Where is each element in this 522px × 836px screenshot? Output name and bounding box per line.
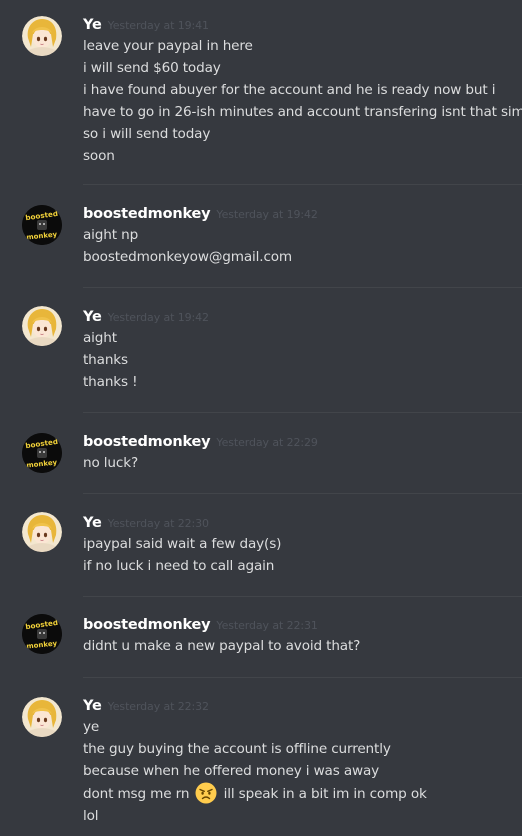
avatar[interactable]: boosted monkey xyxy=(22,614,62,654)
message-header: boostedmonkey Yesterday at 22:31 xyxy=(83,614,522,634)
message-lines: ye the guy buying the account is offline… xyxy=(83,716,522,827)
message-text: aight xyxy=(83,330,117,346)
message-group: Ye Yesterday at 22:30 ipaypal said wait a… xyxy=(0,512,522,577)
message-text: soon xyxy=(83,148,115,164)
message-text: thanks ! xyxy=(83,374,138,390)
message-header: Ye Yesterday at 22:32 xyxy=(83,695,522,715)
message-text: ipaypal said wait a few day(s) xyxy=(83,536,282,552)
message-text: if no luck i need to call again xyxy=(83,558,275,574)
avatar[interactable]: boosted monkey xyxy=(22,433,62,473)
message-header: boostedmonkey Yesterday at 22:29 xyxy=(83,431,522,451)
message-divider xyxy=(83,287,522,288)
message-text: no luck? xyxy=(83,455,139,471)
message-header: boostedmonkey Yesterday at 19:42 xyxy=(83,203,522,223)
message-text: i have found abuyer for the account and … xyxy=(83,82,496,98)
message-text: i will send $60 today xyxy=(83,60,221,76)
message-text: lol xyxy=(83,808,99,824)
boosted-monkey-logo: boosted monkey xyxy=(22,205,62,245)
username[interactable]: Ye xyxy=(83,515,102,531)
avatar[interactable] xyxy=(22,16,62,56)
anime-girl-icon xyxy=(22,697,62,737)
message-text: thanks xyxy=(83,352,128,368)
avatar[interactable] xyxy=(22,697,62,737)
username[interactable]: boostedmonkey xyxy=(83,617,211,633)
chat-messages-pane: Ye Yesterday at 19:41 leave your paypal i… xyxy=(0,0,522,836)
anime-girl-icon xyxy=(22,16,62,56)
timestamp: Yesterday at 19:42 xyxy=(107,311,209,324)
message-text: aight np xyxy=(83,227,139,243)
message-group: boosted monkey boostedmonkey Yesterday at… xyxy=(0,614,522,657)
message-lines: leave your paypal in here i will send $6… xyxy=(83,35,522,167)
timestamp: Yesterday at 19:41 xyxy=(107,19,209,32)
anime-girl-icon xyxy=(22,512,62,552)
message-lines: aight thanks thanks ! xyxy=(83,327,522,393)
message-lines: no luck? xyxy=(83,452,522,474)
boosted-monkey-logo: boosted monkey xyxy=(22,614,62,654)
message-divider xyxy=(83,596,522,597)
message-group: Ye Yesterday at 19:41 leave your paypal i… xyxy=(0,14,522,167)
boosted-monkey-logo: boosted monkey xyxy=(22,433,62,473)
message-text-segment: ill speak in a bit im in comp ok xyxy=(223,786,427,802)
avatar[interactable] xyxy=(22,306,62,346)
timestamp: Yesterday at 22:29 xyxy=(216,436,318,449)
username[interactable]: Ye xyxy=(83,309,102,325)
timestamp: Yesterday at 22:31 xyxy=(216,619,318,632)
message-header: Ye Yesterday at 22:30 xyxy=(83,512,522,532)
timestamp: Yesterday at 19:42 xyxy=(216,208,318,221)
avatar[interactable]: boosted monkey xyxy=(22,205,62,245)
anime-girl-icon xyxy=(22,306,62,346)
message-text-segment: dont msg me rn xyxy=(83,786,190,802)
message-text: have to go in 26-ish minutes and account… xyxy=(83,104,522,120)
username[interactable]: Ye xyxy=(83,17,102,33)
message-text: leave your paypal in here xyxy=(83,38,253,54)
message-divider xyxy=(83,677,522,678)
username[interactable]: boostedmonkey xyxy=(83,206,211,222)
timestamp: Yesterday at 22:32 xyxy=(107,700,209,713)
username[interactable]: boostedmonkey xyxy=(83,434,211,450)
message-group: boosted monkey boostedmonkey Yesterday at… xyxy=(0,203,522,268)
message-lines: aight np boostedmonkeyow@gmail.com xyxy=(83,224,522,268)
message-text: because when he offered money i was away xyxy=(83,763,380,779)
message-group: Ye Yesterday at 19:42 aight thanks thanks… xyxy=(0,306,522,393)
message-text: boostedmonkeyow@gmail.com xyxy=(83,249,293,265)
message-group: Ye Yesterday at 22:32 ye the guy buying t… xyxy=(0,695,522,827)
timestamp: Yesterday at 22:30 xyxy=(107,517,209,530)
message-divider xyxy=(83,493,522,494)
avatar[interactable] xyxy=(22,512,62,552)
message-text: ye xyxy=(83,719,100,735)
message-lines: didnt u make a new paypal to avoid that? xyxy=(83,635,522,657)
angry-face-emoji[interactable] xyxy=(195,782,217,804)
message-divider xyxy=(83,412,522,413)
message-lines: ipaypal said wait a few day(s) if no luc… xyxy=(83,533,522,577)
message-text-with-emoji: dont msg me rn ill speak in a bit im in … xyxy=(83,782,522,805)
message-text: so i will send today xyxy=(83,126,211,142)
message-header: Ye Yesterday at 19:41 xyxy=(83,14,522,34)
message-text: didnt u make a new paypal to avoid that? xyxy=(83,638,361,654)
message-divider xyxy=(83,184,522,185)
message-text: the guy buying the account is offline cu… xyxy=(83,741,391,757)
message-group: boosted monkey boostedmonkey Yesterday at… xyxy=(0,431,522,474)
message-header: Ye Yesterday at 19:42 xyxy=(83,306,522,326)
username[interactable]: Ye xyxy=(83,698,102,714)
